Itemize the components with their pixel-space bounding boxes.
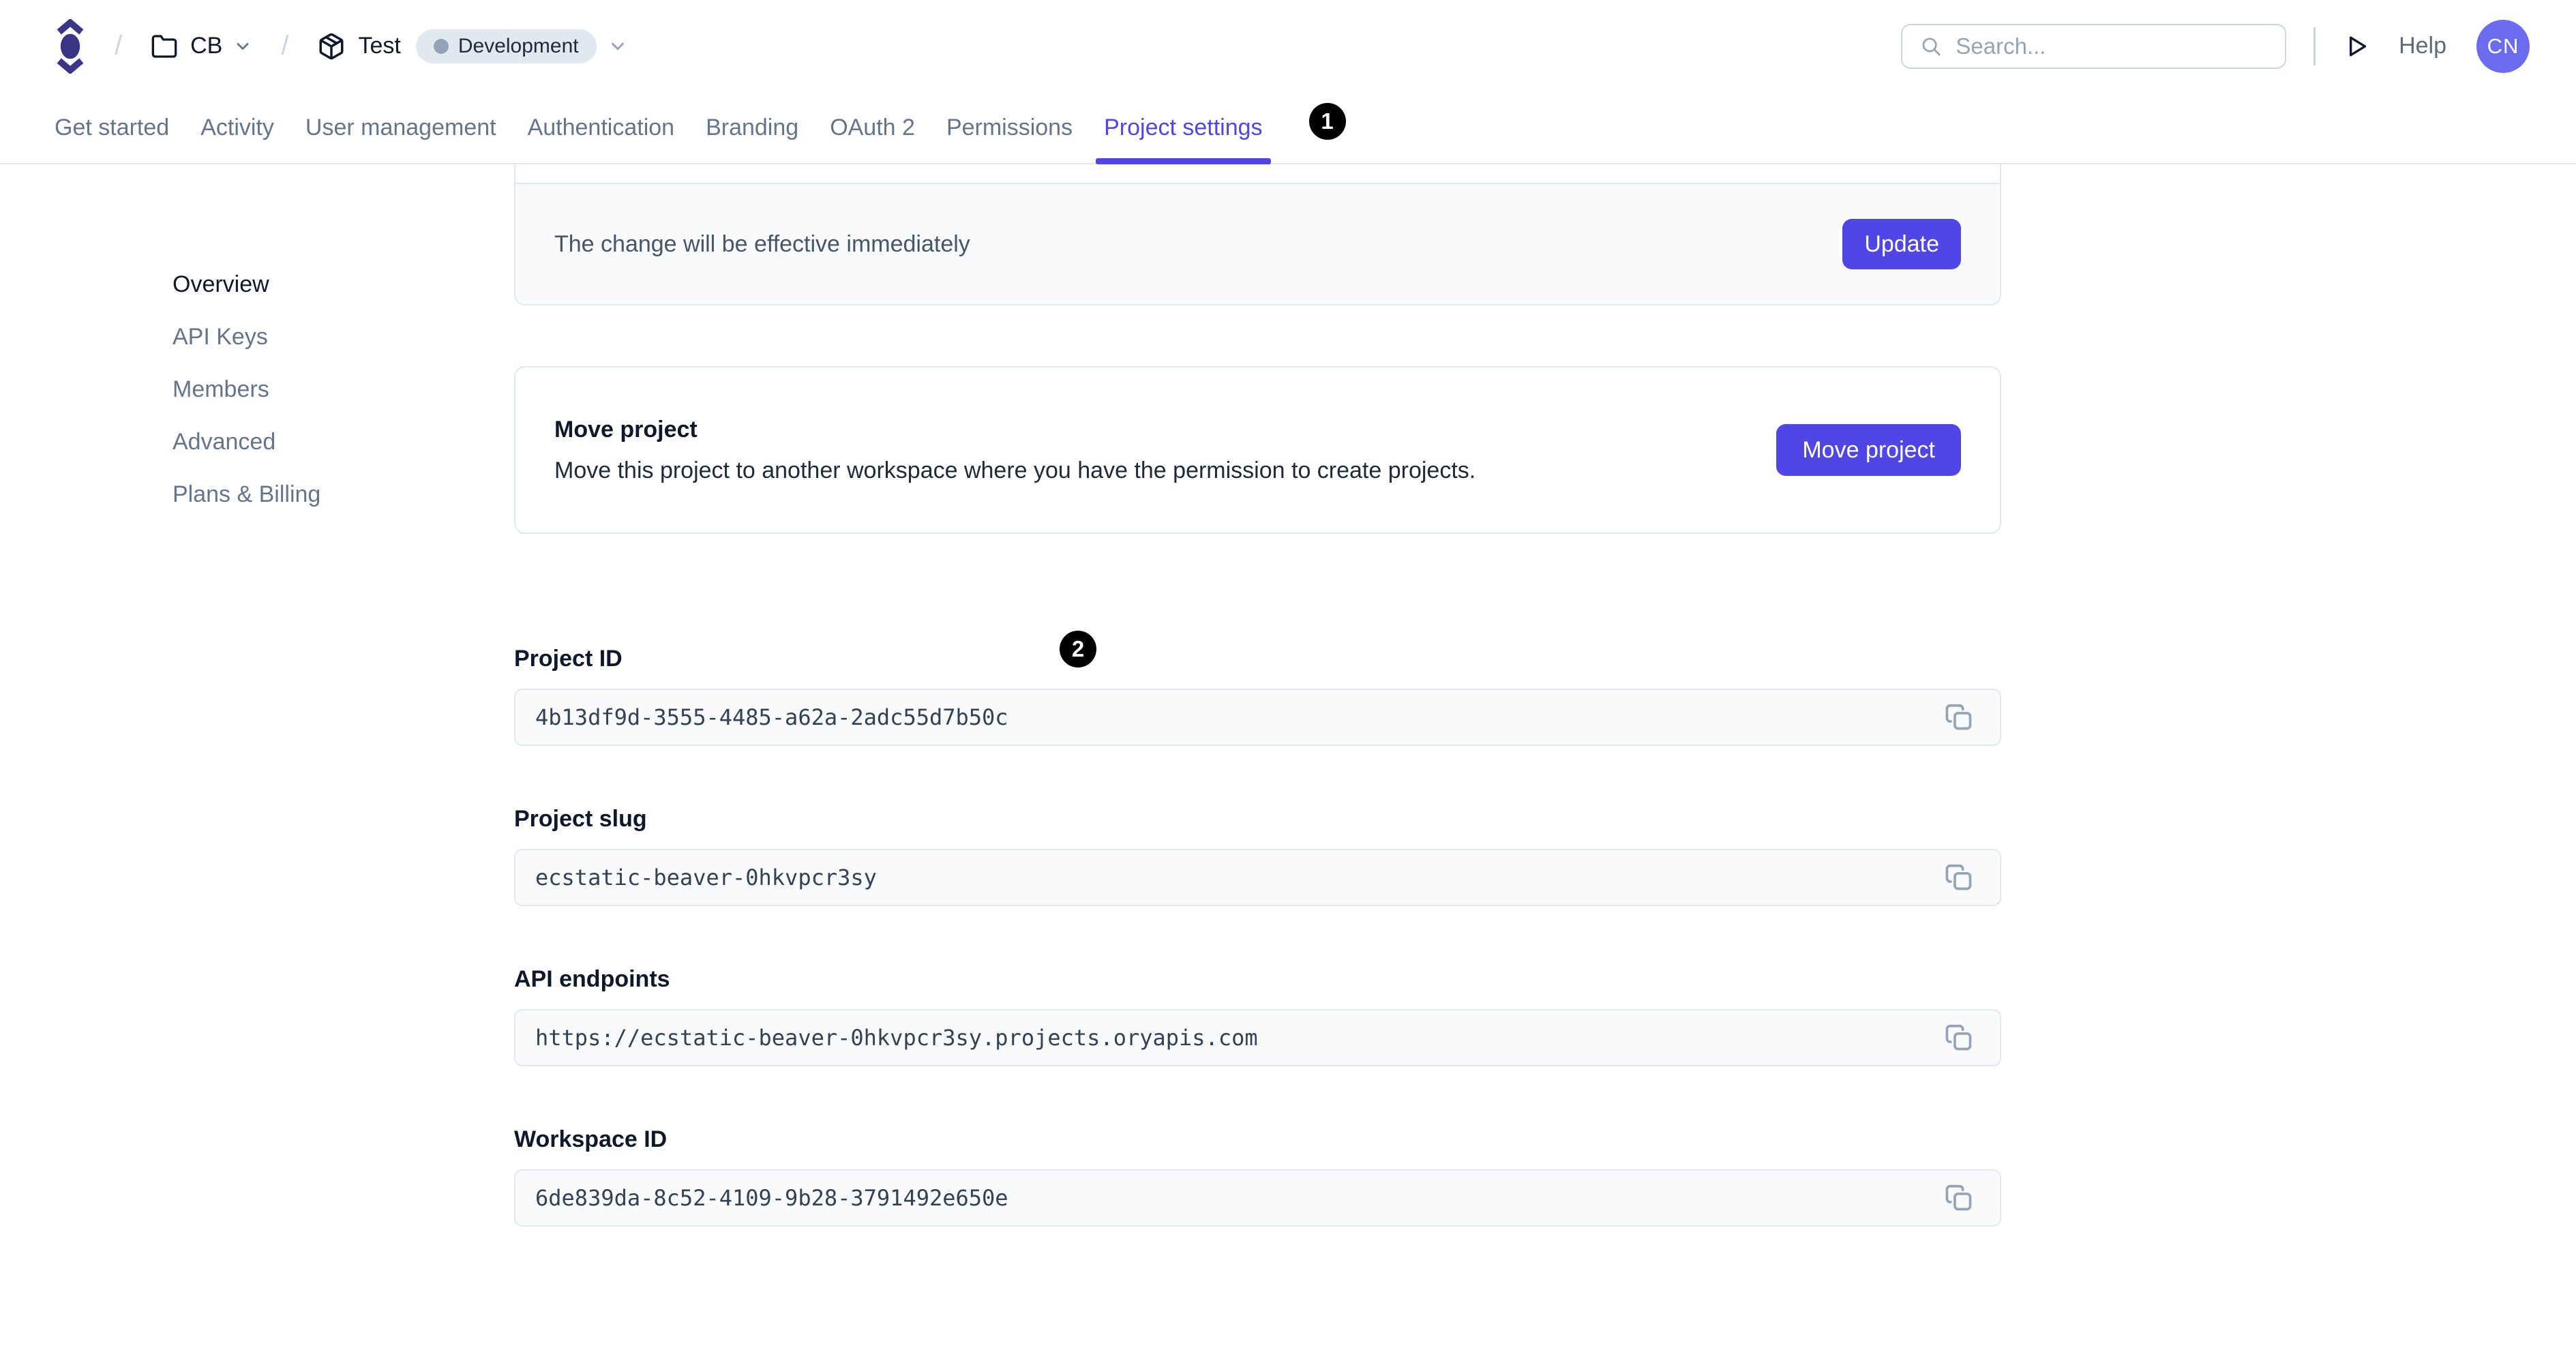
move-project-title: Move project [554,416,698,442]
breadcrumb-separator: / [281,31,289,61]
search-box[interactable] [1901,23,2287,69]
tab-authentication[interactable]: Authentication [528,92,675,163]
copy-button[interactable] [1944,862,1974,892]
workspace-id-label: Workspace ID [514,1126,668,1152]
api-endpoints-label: API endpoints [514,966,670,992]
project-slug-group: Project slug ecstatic-beaver-0hkvpcr3sy [514,806,2001,906]
tab-user-management[interactable]: User management [305,92,496,163]
main-area: Overview API Keys Members Advanced Plans… [0,164,2576,1227]
tab-branding[interactable]: Branding [706,92,798,163]
play-icon [2350,36,2367,57]
chevron-down-icon [611,42,624,50]
sidebar-item-advanced[interactable]: Advanced [173,430,514,453]
copy-button[interactable] [1944,1183,1974,1213]
chevron-down-icon [237,42,249,50]
api-endpoints-group: API endpoints https://ecstatic-beaver-0h… [514,966,2001,1066]
workspace-breadcrumb[interactable]: CB [151,33,252,60]
avatar[interactable]: CN [2476,19,2530,73]
environment-badge: Development [415,29,597,63]
settings-sidebar: Overview API Keys Members Advanced Plans… [0,164,514,535]
workspace-id-group: Workspace ID 6de839da-8c52-4109-9b28-379… [514,1126,2001,1227]
project-slug-field: ecstatic-beaver-0hkvpcr3sy [514,849,2001,906]
api-endpoints-field: https://ecstatic-beaver-0hkvpcr3sy.proje… [514,1009,2001,1066]
project-slug-value: ecstatic-beaver-0hkvpcr3sy [535,865,877,890]
move-project-button[interactable]: Move project [1776,424,1961,476]
copy-icon [1945,1024,1972,1051]
project-slug-label: Project slug [514,806,647,832]
tab-bar: Get started Activity User management Aut… [0,92,2576,164]
tab-get-started[interactable]: Get started [55,92,169,163]
annotation-badge-2: 2 [1060,631,1096,668]
project-id-label: Project ID [514,646,623,672]
copy-button[interactable] [1944,1023,1974,1053]
update-card-footer: The change will be effective immediately… [515,183,2000,304]
sidebar-item-api-keys[interactable]: API Keys [173,325,514,348]
copy-icon [1945,704,1972,730]
project-id-value: 4b13df9d-3555-4485-a62a-2adc55d7b50c [535,704,1008,730]
help-link[interactable]: Help [2399,33,2446,59]
header-divider [2313,27,2316,65]
update-card: The change will be effective immediately… [514,164,2001,305]
environment-label: Development [458,34,579,57]
tab-permissions[interactable]: Permissions [946,92,1073,163]
workspace-label: CB [190,33,223,59]
update-button[interactable]: Update [1842,219,1961,269]
tab-project-settings[interactable]: Project settings [1096,92,1272,164]
copy-button[interactable] [1944,702,1974,732]
search-icon [1922,37,1941,55]
project-label: Test [358,33,401,59]
project-id-field: 4b13df9d-3555-4485-a62a-2adc55d7b50c [514,689,2001,746]
search-input[interactable] [1956,33,2272,59]
run-button[interactable] [2343,33,2370,60]
folder-icon [151,34,177,58]
project-id-group: Project ID 4b13df9d-3555-4485-a62a-2adc5… [514,646,2001,746]
copy-icon [1945,864,1972,890]
settings-content: The change will be effective immediately… [514,164,2001,1227]
workspace-id-field: 6de839da-8c52-4109-9b28-3791492e650e [514,1169,2001,1227]
project-info-fields: Project ID 4b13df9d-3555-4485-a62a-2adc5… [514,646,2001,1227]
copy-icon [1945,1184,1972,1211]
update-card-body [515,164,2000,183]
package-icon [319,33,344,59]
tab-oauth2[interactable]: OAuth 2 [830,92,915,163]
breadcrumb-separator: / [115,31,123,61]
update-message: The change will be effective immediately [554,230,970,257]
move-project-card: Move project Move this project to anothe… [514,366,2001,534]
sidebar-item-overview[interactable]: Overview [173,273,514,296]
workspace-id-value: 6de839da-8c52-4109-9b28-3791492e650e [535,1185,1008,1211]
tab-activity[interactable]: Activity [200,92,274,163]
ory-console-page: / CB / Test Development Search... Help C… [0,0,2576,1365]
annotation-badge-1: 1 [1308,103,1346,140]
ory-logo-icon[interactable] [55,18,86,74]
move-project-description: Move this project to another workspace w… [554,457,1476,483]
move-project-text: Move project Move this project to anothe… [554,417,1476,484]
environment-dot-icon [433,38,449,54]
sidebar-item-members[interactable]: Members [173,378,514,401]
project-breadcrumb[interactable]: Test Development [317,29,627,63]
sidebar-item-plans-billing[interactable]: Plans & Billing [173,483,514,506]
api-endpoints-value: https://ecstatic-beaver-0hkvpcr3sy.proje… [535,1025,1258,1051]
top-header: / CB / Test Development Search... Help C… [0,0,2576,92]
